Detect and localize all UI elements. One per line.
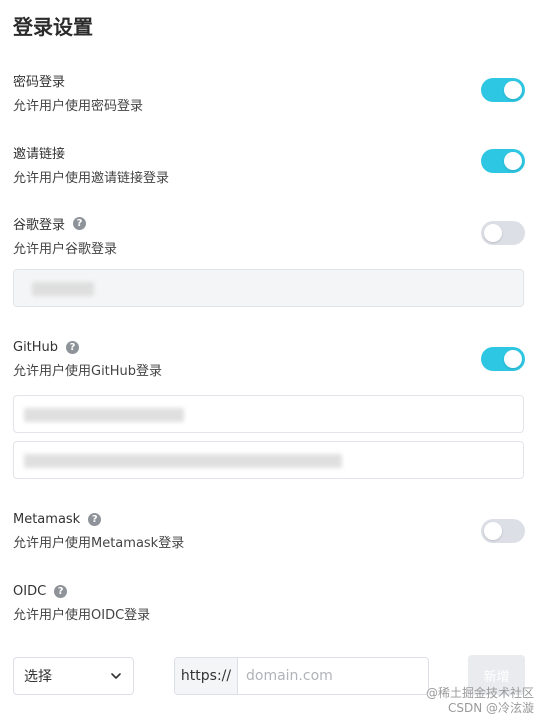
oidc-login-title: OIDC	[13, 584, 47, 599]
github-login-toggle[interactable]	[481, 347, 525, 371]
github-login-section: GitHub ? 允许用户使用GitHub登录	[13, 340, 162, 379]
toggle-knob	[504, 81, 522, 99]
domain-input[interactable]	[238, 658, 428, 694]
metamask-login-title: Metamask	[13, 512, 81, 527]
question-icon[interactable]: ?	[73, 217, 87, 230]
google-client-id-input[interactable]	[13, 269, 524, 307]
question-icon[interactable]: ?	[88, 513, 102, 526]
password-login-toggle[interactable]	[481, 78, 525, 102]
toggle-knob	[484, 522, 502, 540]
url-prefix: https://	[175, 658, 238, 694]
watermark-line2: CSDN @冷泫漩	[447, 701, 534, 715]
google-login-desc: 允许用户谷歌登录	[13, 242, 118, 257]
oidc-login-title-row: OIDC ?	[13, 584, 150, 599]
invite-link-desc: 允许用户使用邀请链接登录	[13, 171, 170, 186]
oidc-domain-group: https://	[174, 657, 429, 695]
github-client-id-input[interactable]	[13, 395, 524, 433]
github-login-title-row: GitHub ?	[13, 340, 162, 355]
page-title: 登录设置	[13, 15, 93, 39]
toggle-knob	[504, 152, 522, 170]
google-login-title-row: 谷歌登录 ?	[13, 214, 117, 233]
invite-link-section: 邀请链接 允许用户使用邀请链接登录	[13, 143, 169, 186]
invite-link-title: 邀请链接	[13, 147, 66, 162]
metamask-login-section: Metamask ? 允许用户使用Metamask登录	[13, 512, 184, 551]
github-client-secret-input[interactable]	[13, 441, 524, 479]
oidc-login-desc: 允许用户使用OIDC登录	[13, 608, 151, 623]
question-icon[interactable]: ?	[54, 585, 68, 598]
google-login-title: 谷歌登录	[13, 218, 66, 233]
password-login-title: 密码登录	[13, 75, 66, 90]
redacted-value	[24, 454, 342, 468]
metamask-login-desc: 允许用户使用Metamask登录	[13, 536, 185, 551]
google-login-section: 谷歌登录 ? 允许用户谷歌登录	[13, 214, 117, 257]
metamask-login-title-row: Metamask ?	[13, 512, 184, 527]
select-value: 选择	[24, 669, 52, 685]
toggle-knob	[504, 350, 522, 368]
toggle-knob	[484, 224, 502, 242]
chevron-down-icon	[111, 673, 121, 679]
oidc-provider-select[interactable]: 选择	[13, 657, 134, 695]
redacted-value	[32, 282, 94, 296]
password-login-desc: 允许用户使用密码登录	[13, 99, 144, 114]
metamask-login-toggle[interactable]	[481, 519, 525, 543]
oidc-login-section: OIDC ? 允许用户使用OIDC登录	[13, 584, 150, 623]
github-login-desc: 允许用户使用GitHub登录	[13, 364, 163, 379]
github-login-title: GitHub	[13, 340, 59, 355]
redacted-value	[24, 408, 184, 422]
invite-link-toggle[interactable]	[481, 149, 525, 173]
password-login-section: 密码登录 允许用户使用密码登录	[13, 71, 143, 114]
google-login-toggle[interactable]	[481, 221, 525, 245]
question-icon[interactable]: ?	[66, 341, 80, 354]
